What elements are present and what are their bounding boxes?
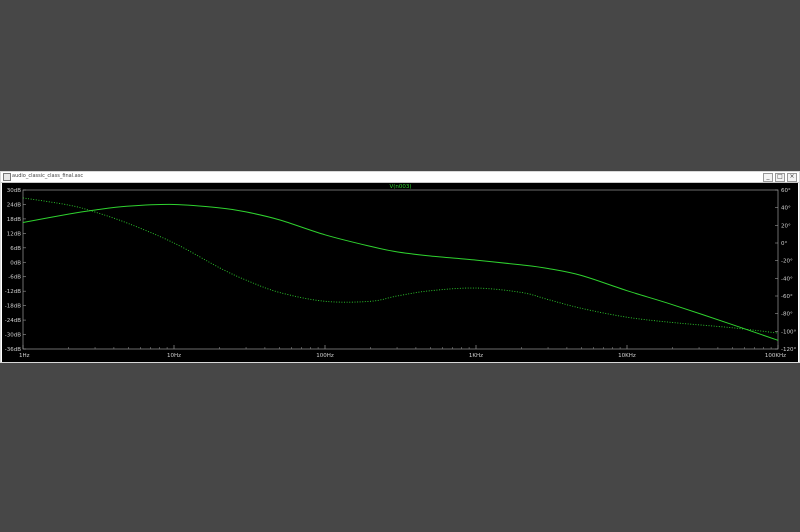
y-left-tick-label: -12dB — [5, 289, 21, 295]
window-controls: _ □ × — [763, 173, 797, 182]
phase-trace — [22, 197, 779, 334]
bode-plot[interactable]: V(n003) 30dB 24dB 18dB 12dB 6dB 0dB -6dB -12dB -1… — [2, 183, 798, 362]
maximize-button[interactable]: □ — [775, 173, 785, 182]
y-right-tick-label: -20° — [781, 259, 793, 265]
y-left-tick-label: 12dB — [7, 231, 21, 237]
trace-label: V(n003) — [389, 184, 411, 190]
window-title: audio_classic_class_final.asc — [12, 173, 84, 179]
close-button[interactable]: × — [787, 173, 797, 182]
y-left-tick-label: -18dB — [5, 304, 21, 310]
y-left-tick-label: 6dB — [10, 246, 21, 252]
y-left-tick-label: -6dB — [8, 275, 21, 281]
y-left-tick-label: 24dB — [7, 202, 21, 208]
y-right-tick-label: 0° — [781, 241, 787, 247]
y-left-tick-label: -30dB — [5, 333, 21, 339]
y-right-tick-label: 40° — [781, 206, 791, 212]
y-left-tick-label: 30dB — [7, 188, 21, 194]
y-right-tick-label: -80° — [781, 312, 793, 318]
y-left-tick-label: 0dB — [10, 260, 21, 266]
x-tick-label: 1KHz — [469, 353, 483, 359]
x-tick-label: 1Hz — [19, 353, 30, 359]
waveform-window: audio_classic_class_final.asc _ □ × V(n0… — [0, 171, 800, 363]
schematic-file-icon — [3, 173, 11, 181]
y-right-tick-label: 60° — [781, 188, 791, 194]
plot-frame — [22, 189, 779, 350]
y-left-tick-label: -24dB — [5, 318, 21, 324]
x-tick-label: 100Hz — [316, 353, 334, 359]
magnitude-trace — [22, 203, 779, 341]
minimize-button[interactable]: _ — [763, 173, 773, 182]
x-tick-label: 10KHz — [618, 353, 636, 359]
y-right-tick-label: -60° — [781, 294, 793, 300]
y-right-tick-label: 20° — [781, 223, 791, 229]
x-tick-label: 100KHz — [765, 353, 786, 359]
window-titlebar[interactable]: audio_classic_class_final.asc _ □ × — [1, 172, 799, 183]
y-left-tick-label: 18dB — [7, 217, 21, 223]
y-right-tick-label: -100° — [781, 329, 796, 335]
plot-pane[interactable]: V(n003) 30dB 24dB 18dB 12dB 6dB 0dB -6dB -12dB -1… — [2, 183, 798, 362]
y-right-tick-label: -40° — [781, 276, 793, 282]
x-tick-label: 10Hz — [167, 353, 181, 359]
